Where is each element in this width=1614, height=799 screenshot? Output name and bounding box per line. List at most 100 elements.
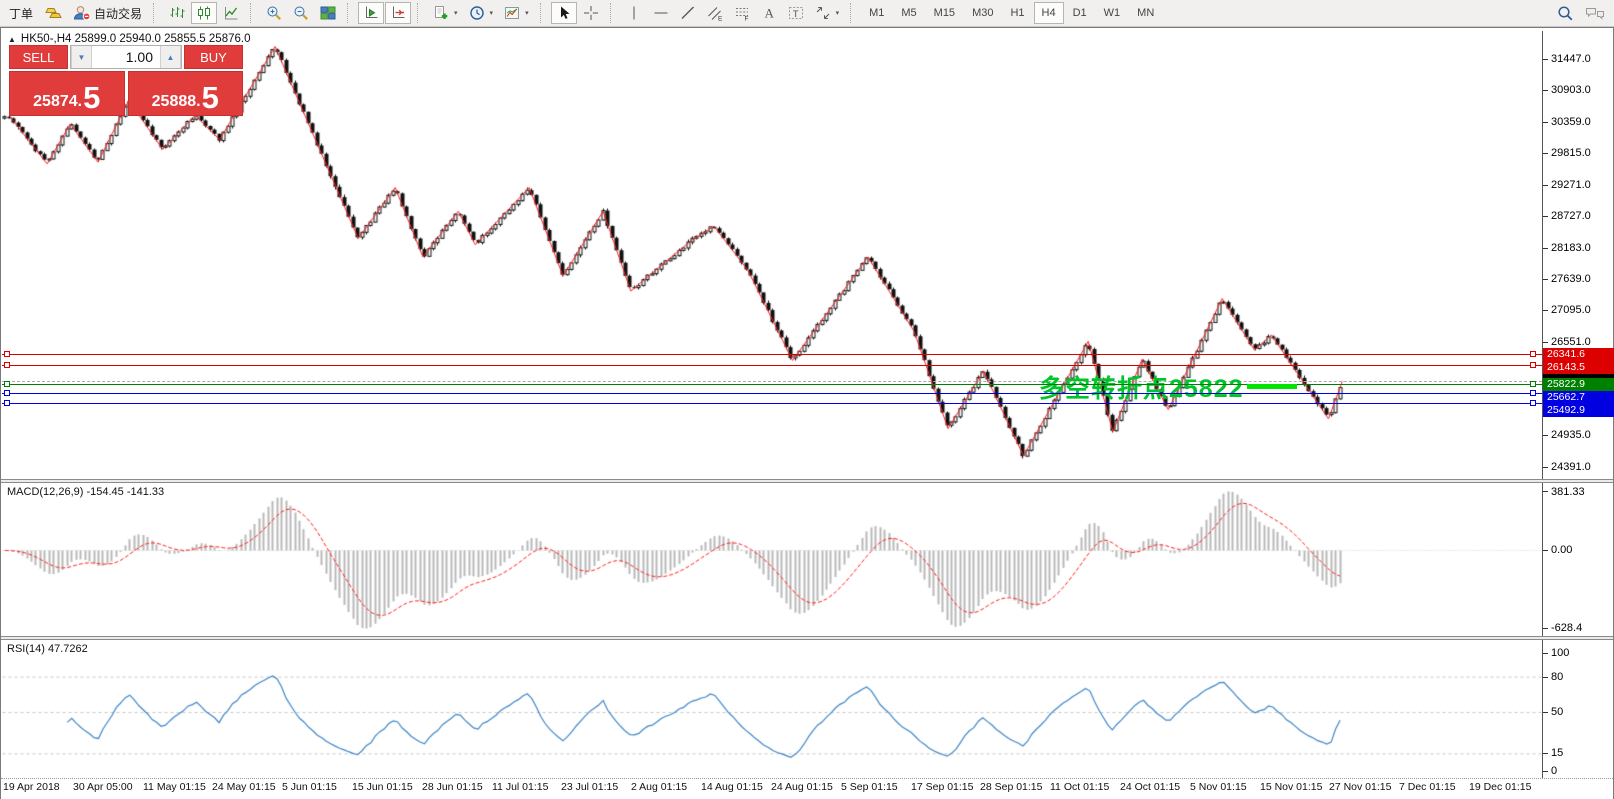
timeframe-h1-button[interactable]: H1 (1002, 2, 1032, 24)
rsi-tick-mark (1543, 712, 1548, 713)
macd-tick-label: 381.33 (1551, 486, 1585, 498)
arrows-button[interactable]: ▾ (810, 2, 845, 24)
price-tick-mark (1543, 248, 1548, 249)
auto-scroll-button[interactable] (358, 2, 384, 24)
label-icon: T (788, 5, 804, 21)
price-tick-label: 28183.0 (1551, 242, 1591, 254)
periods-button[interactable]: ▾ (464, 2, 499, 24)
price-tick-label: 26551.0 (1551, 336, 1591, 348)
annotation-text: 多空转折点25822 (1039, 369, 1244, 405)
horizontal-line-25492.9[interactable] (2, 403, 1542, 404)
collapse-trade-panel-icon[interactable]: ▲ (8, 35, 16, 44)
horizontal-line-26341.6[interactable] (2, 354, 1542, 355)
line-handle-right[interactable] (1530, 390, 1536, 396)
fibonacci-button[interactable]: F (729, 2, 755, 24)
equidistant-channel-button[interactable]: E (702, 2, 728, 24)
new-order-button[interactable]: 丁单 (4, 2, 38, 24)
line-chart-button[interactable] (218, 2, 244, 24)
cursor-button[interactable] (551, 2, 577, 24)
volume-value[interactable]: 1.00 (92, 46, 160, 68)
date-label: 11 Oct 01:15 (1050, 781, 1109, 793)
price-tick-label: 30903.0 (1551, 84, 1591, 96)
current-price-line (2, 381, 1542, 382)
date-label: 24 Oct 01:15 (1120, 781, 1180, 793)
clock-icon (469, 5, 485, 21)
line-handle-left[interactable] (4, 362, 10, 368)
bar-chart-icon (169, 5, 185, 21)
timeframe-m15-button[interactable]: M15 (926, 2, 963, 24)
line-handle-right[interactable] (1530, 400, 1536, 406)
timeframe-mn-button[interactable]: MN (1129, 2, 1162, 24)
macd-tick-mark (1543, 628, 1548, 629)
date-label: 11 Jul 01:15 (492, 781, 548, 793)
toolbar-separator (540, 3, 546, 23)
chevron-down-icon: ▾ (454, 9, 458, 17)
line-chart-icon (223, 5, 239, 21)
chat-button[interactable] (1580, 2, 1610, 24)
price-line-label: 25492.9 (1543, 404, 1614, 417)
sell-button[interactable]: SELL (9, 45, 68, 69)
horizontal-line-25822.9[interactable] (2, 384, 1542, 385)
chart-shift-button[interactable] (385, 2, 411, 24)
line-handle-right[interactable] (1530, 351, 1536, 357)
indicators-button[interactable]: ▾ (428, 2, 463, 24)
timeframe-d1-button[interactable]: D1 (1065, 2, 1095, 24)
buy-button[interactable]: BUY (184, 45, 243, 69)
price-tick-mark (1543, 59, 1548, 60)
bar-chart-button[interactable] (164, 2, 190, 24)
date-label: 24 Aug 01:15 (771, 781, 833, 793)
panel-separator[interactable] (1, 636, 1613, 640)
horizontal-line-button[interactable] (648, 2, 674, 24)
vertical-line-button[interactable] (621, 2, 647, 24)
rsi-label: RSI(14) 47.7262 (7, 643, 88, 655)
buy-price-button[interactable]: 25888.5 (128, 71, 244, 116)
macd-label: MACD(12,26,9) -154.45 -141.33 (7, 486, 164, 498)
macd-indicator-canvas[interactable] (2, 483, 1542, 636)
text-button[interactable]: A (756, 2, 782, 24)
search-button[interactable] (1552, 2, 1579, 24)
toolbar-separator (610, 3, 616, 23)
zoom-out-icon (293, 5, 309, 21)
line-handle-right[interactable] (1530, 381, 1536, 387)
line-handle-left[interactable] (4, 400, 10, 406)
toolbar-separator (850, 3, 856, 23)
trendline-button[interactable] (675, 2, 701, 24)
date-label: 15 Nov 01:15 (1260, 781, 1322, 793)
template-icon (504, 5, 520, 21)
candlestick-chart-button[interactable] (191, 2, 217, 24)
templates-button[interactable]: ▾ (499, 2, 534, 24)
rsi-tick-mark (1543, 753, 1548, 754)
chevron-down-icon: ▾ (525, 9, 529, 17)
auto-trading-button[interactable]: 自动交易 (68, 2, 147, 24)
timeframe-m5-button[interactable]: M5 (893, 2, 924, 24)
price-line-label: 25662.7 (1543, 391, 1614, 404)
line-handle-left[interactable] (4, 351, 10, 357)
svg-text:F: F (744, 16, 748, 22)
timeframe-w1-button[interactable]: W1 (1096, 2, 1129, 24)
horizontal-line-26143.5[interactable] (2, 365, 1542, 366)
line-handle-left[interactable] (4, 381, 10, 387)
toolbar-separator (250, 3, 256, 23)
volume-decrease-button[interactable]: ▼ (71, 46, 92, 68)
line-handle-right[interactable] (1530, 362, 1536, 368)
line-handle-left[interactable] (4, 390, 10, 396)
macd-tick-label: 0.00 (1551, 544, 1572, 556)
zoom-out-button[interactable] (288, 2, 314, 24)
new-order-label: 丁单 (9, 5, 33, 22)
crosshair-button[interactable] (578, 2, 604, 24)
sell-price-button[interactable]: 25874.5 (9, 71, 125, 116)
price-tick-mark (1543, 122, 1548, 123)
timeframe-m1-button[interactable]: M1 (861, 2, 892, 24)
panel-separator[interactable] (1, 479, 1613, 483)
date-label: 19 Dec 01:15 (1469, 781, 1531, 793)
horizontal-line-25662.7[interactable] (2, 393, 1542, 394)
timeframe-h4-button[interactable]: H4 (1034, 2, 1064, 24)
price-tick-mark (1543, 279, 1548, 280)
zoom-in-button[interactable] (261, 2, 287, 24)
tile-windows-button[interactable] (315, 2, 341, 24)
rsi-indicator-canvas[interactable] (2, 640, 1542, 777)
timeframe-m30-button[interactable]: M30 (964, 2, 1001, 24)
text-label-button[interactable]: T (783, 2, 809, 24)
volume-increase-button[interactable]: ▲ (160, 46, 181, 68)
gold-symbol-button[interactable] (39, 2, 67, 24)
